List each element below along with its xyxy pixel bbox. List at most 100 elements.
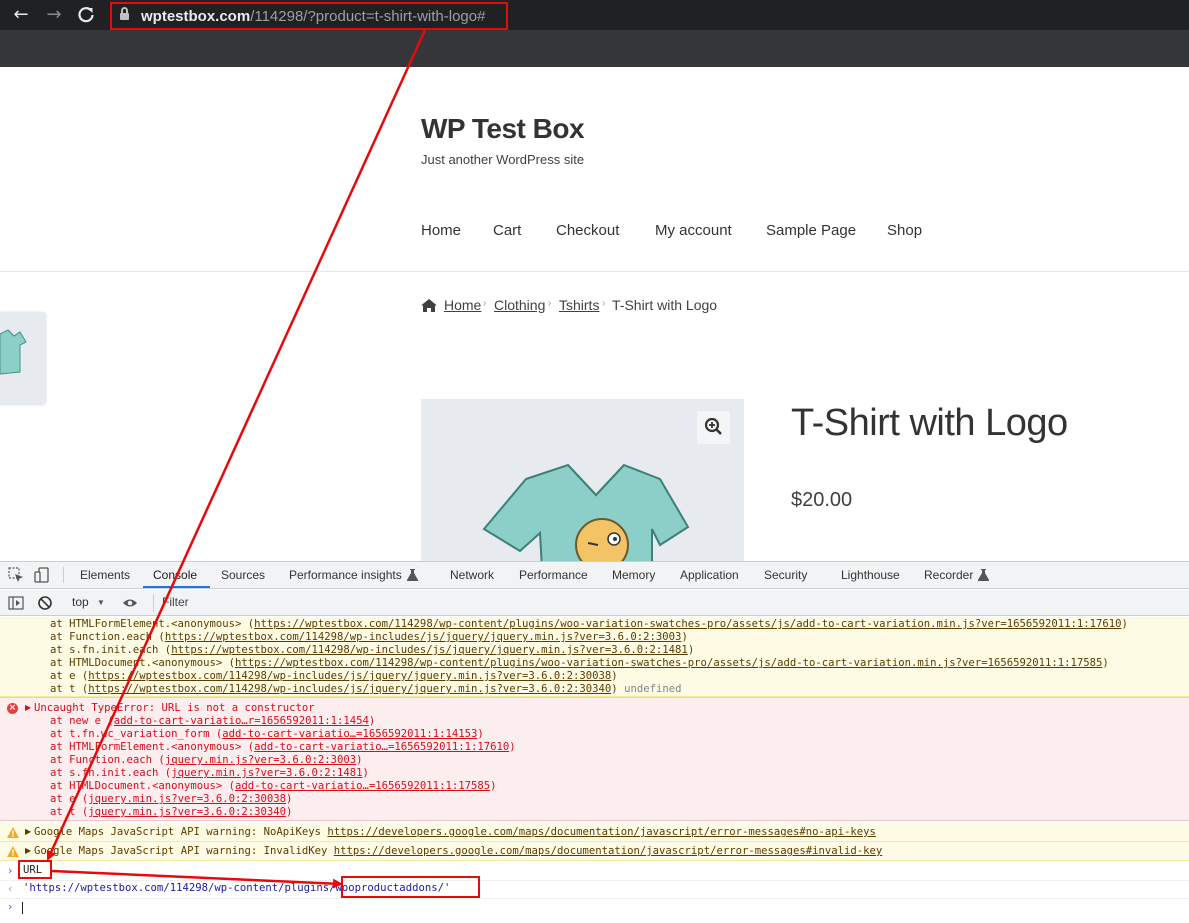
devtools-panel: Elements Console Sources Performance ins… xyxy=(0,561,1189,923)
error-title: Uncaught TypeError: URL is not a constru… xyxy=(34,702,315,714)
source-link[interactable]: jquery.min.js?ver=3.6.0:2:30340 xyxy=(88,806,286,818)
source-link[interactable]: jquery.min.js?ver=3.6.0:2:3003 xyxy=(165,754,356,766)
experiment-flask-icon xyxy=(978,569,989,581)
breadcrumb-clothing[interactable]: Clothing xyxy=(494,297,545,313)
breadcrumb-tshirts[interactable]: Tshirts xyxy=(559,297,599,313)
source-link[interactable]: add-to-cart-variatio…r=1656592011:1:1454 xyxy=(114,715,369,727)
tab-recorder[interactable]: Recorder xyxy=(924,568,973,582)
tab-performance-insights[interactable]: Performance insights xyxy=(289,568,402,582)
url-host: wptestbox.com xyxy=(141,8,251,25)
stack-frame: at Function.each (jquery.min.js?ver=3.6.… xyxy=(50,754,363,766)
console-cursor[interactable] xyxy=(22,902,23,914)
console-toolbar: top ▼ xyxy=(0,590,1189,616)
product-title: T-Shirt with Logo xyxy=(791,402,1068,444)
zoom-icon[interactable] xyxy=(697,411,730,444)
source-link[interactable]: https://wptestbox.com/114298/wp-includes… xyxy=(171,644,688,656)
tab-elements[interactable]: Elements xyxy=(80,568,130,582)
error-icon: × xyxy=(7,703,18,714)
source-link[interactable]: https://wptestbox.com/114298/wp-includes… xyxy=(88,670,611,682)
site-title[interactable]: WP Test Box xyxy=(421,113,585,145)
filter-input[interactable] xyxy=(162,595,442,609)
warning-icon xyxy=(7,827,19,838)
back-icon[interactable]: ← xyxy=(10,4,32,26)
product-gallery-image[interactable] xyxy=(421,399,744,561)
device-toolbar-icon[interactable] xyxy=(34,567,50,583)
recent-product-thumbnail[interactable] xyxy=(0,312,46,405)
source-link[interactable]: https://wptestbox.com/114298/wp-content/… xyxy=(254,618,1121,630)
source-link[interactable]: https://wptestbox.com/114298/wp-includes… xyxy=(88,683,611,695)
error-message: × ▶ Uncaught TypeError: URL is not a con… xyxy=(0,697,1189,821)
stack-frame: at Function.each (https://wptestbox.com/… xyxy=(50,631,688,643)
console-messages: at HTMLFormElement.<anonymous> (https://… xyxy=(0,617,1189,923)
address-bar[interactable]: wptestbox.com/114298/?product=t-shirt-wi… xyxy=(110,2,508,30)
source-link[interactable]: jquery.min.js?ver=3.6.0:2:1481 xyxy=(171,767,362,779)
expand-triangle-icon[interactable]: ▶ xyxy=(25,703,31,712)
row-divider xyxy=(0,880,1189,881)
tab-performance[interactable]: Performance xyxy=(519,568,588,582)
docs-link[interactable]: https://developers.google.com/maps/docum… xyxy=(327,826,876,838)
toolbar-divider xyxy=(63,567,64,583)
nav-item-checkout[interactable]: Checkout xyxy=(556,222,619,239)
active-tab-indicator xyxy=(143,586,210,588)
result-arrow-icon: ‹ xyxy=(8,882,13,895)
tab-security[interactable]: Security xyxy=(764,568,807,582)
tab-console[interactable]: Console xyxy=(153,568,197,582)
nav-item-shop[interactable]: Shop xyxy=(887,222,922,239)
stack-frame: at HTMLFormElement.<anonymous> (add-to-c… xyxy=(50,741,516,753)
site-tagline: Just another WordPress site xyxy=(421,152,585,167)
url-text: wptestbox.com/114298/?product=t-shirt-wi… xyxy=(141,8,485,25)
stack-frame: at t (https://wptestbox.com/114298/wp-in… xyxy=(50,683,682,695)
expand-triangle-icon[interactable]: ▶ xyxy=(25,827,31,836)
tab-memory[interactable]: Memory xyxy=(612,568,655,582)
annotation-box-result xyxy=(341,876,480,898)
home-icon xyxy=(421,299,437,312)
stack-frame: at HTMLFormElement.<anonymous> (https://… xyxy=(50,618,1128,630)
expand-triangle-icon[interactable]: ▶ xyxy=(25,846,31,855)
source-link[interactable]: https://wptestbox.com/114298/wp-content/… xyxy=(235,657,1102,669)
tshirt-image-icon xyxy=(482,463,690,561)
devtools-tab-bar: Elements Console Sources Performance ins… xyxy=(0,562,1189,589)
breadcrumb-separator-icon: › xyxy=(602,298,606,309)
nav-item-cart[interactable]: Cart xyxy=(493,222,521,239)
nav-item-sample-page[interactable]: Sample Page xyxy=(766,222,856,239)
warning-message: ▶ Google Maps JavaScript API warning: No… xyxy=(0,823,1189,842)
breadcrumb-current: T-Shirt with Logo xyxy=(612,297,718,313)
source-link[interactable]: add-to-cart-variatio…=1656592011:1:17610 xyxy=(254,741,509,753)
source-link[interactable]: https://wptestbox.com/114298/wp-includes… xyxy=(165,631,682,643)
source-link[interactable]: jquery.min.js?ver=3.6.0:2:30038 xyxy=(88,793,286,805)
eye-icon[interactable] xyxy=(122,595,138,611)
stack-frame: at new e (add-to-cart-variatio…r=1656592… xyxy=(50,715,376,727)
context-selector[interactable]: top xyxy=(72,595,89,609)
header-divider xyxy=(0,271,1189,272)
return-value: undefined xyxy=(624,683,682,695)
source-link[interactable]: add-to-cart-variatio…=1656592011:1:14153 xyxy=(222,728,477,740)
product-price: $20.00 xyxy=(791,489,853,511)
reload-icon[interactable] xyxy=(75,4,97,26)
sidebar-toggle-icon[interactable] xyxy=(8,595,24,611)
row-divider xyxy=(0,898,1189,899)
stack-frame: at t.fn.wc_variation_form (add-to-cart-v… xyxy=(50,728,484,740)
tab-application[interactable]: Application xyxy=(680,568,739,582)
bookmarks-strip xyxy=(0,30,1189,67)
source-link[interactable]: add-to-cart-variatio…=1656592011:1:17585 xyxy=(235,780,490,792)
breadcrumb-home[interactable]: Home xyxy=(444,297,481,313)
stack-frame: at e (https://wptestbox.com/114298/wp-in… xyxy=(50,670,618,682)
warning-text: Google Maps JavaScript API warning: NoAp… xyxy=(34,826,876,838)
breadcrumb-separator-icon: › xyxy=(483,298,487,309)
warning-icon xyxy=(7,846,19,857)
clear-console-icon[interactable] xyxy=(37,595,53,611)
nav-item-home[interactable]: Home xyxy=(421,222,461,239)
tab-sources[interactable]: Sources xyxy=(221,568,265,582)
nav-item-my-account[interactable]: My account xyxy=(655,222,732,239)
inspect-element-icon[interactable] xyxy=(8,567,24,583)
result-prefix: 'https://wptestbox.com/114298/wp-content… xyxy=(23,882,336,894)
warning-message: ▶ Google Maps JavaScript API warning: In… xyxy=(0,842,1189,861)
stack-frame: at s.fn.init.each (jquery.min.js?ver=3.6… xyxy=(50,767,369,779)
tab-network[interactable]: Network xyxy=(450,568,494,582)
tab-lighthouse[interactable]: Lighthouse xyxy=(841,568,900,582)
docs-link[interactable]: https://developers.google.com/maps/docum… xyxy=(334,845,883,857)
chevron-down-icon[interactable]: ▼ xyxy=(97,598,105,607)
stack-frame: at e (jquery.min.js?ver=3.6.0:2:30038) xyxy=(50,793,293,805)
annotation-box-input xyxy=(18,860,52,879)
forward-icon[interactable]: → xyxy=(43,4,65,26)
